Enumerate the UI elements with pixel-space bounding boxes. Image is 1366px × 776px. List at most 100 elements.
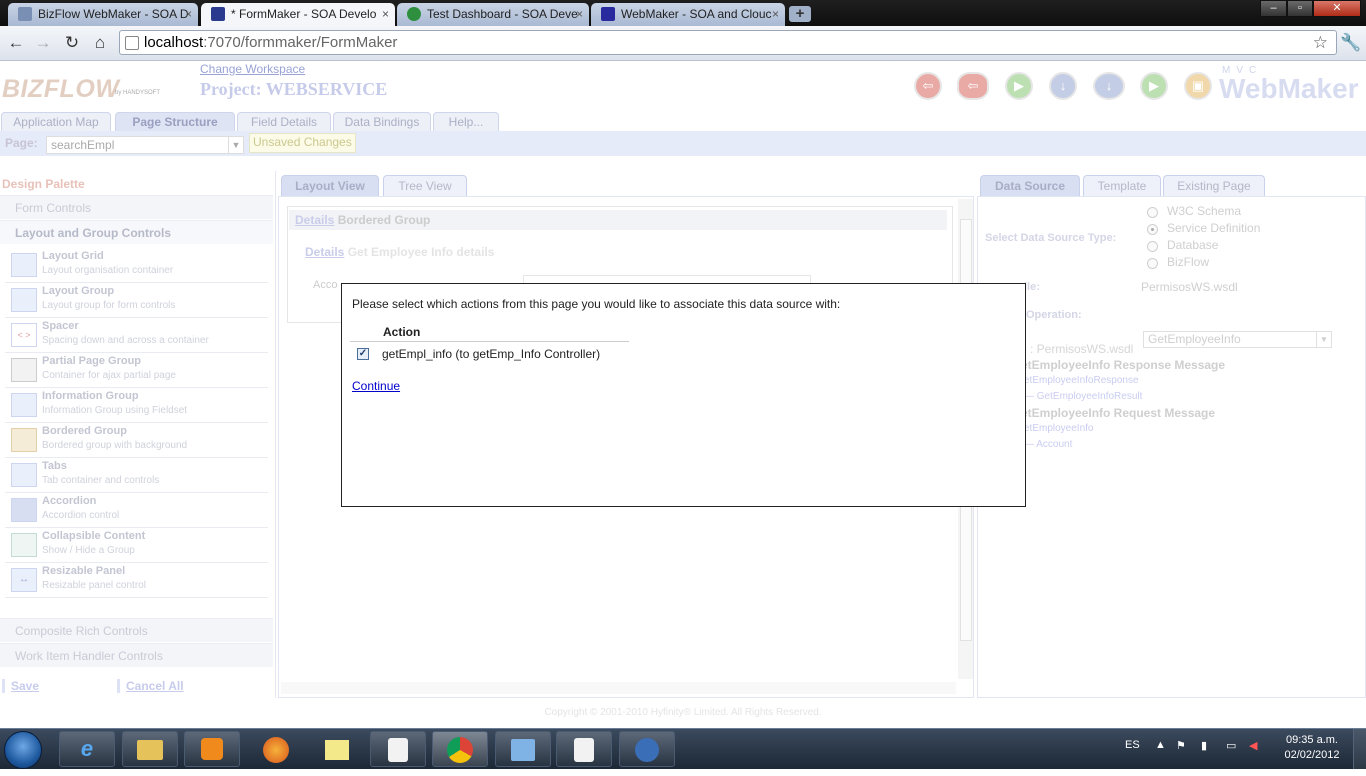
forward-arrow-icon[interactable]: → (32, 32, 54, 54)
bizflow-favicon-icon (18, 7, 32, 21)
palette-item-layout-grid[interactable]: Layout Grid Layout organisation containe… (5, 247, 268, 283)
palette-item-partial-page-group[interactable]: Partial Page Group Container for ajax pa… (5, 352, 268, 388)
palette-item-spacer[interactable]: < > Spacer Spacing down and across a con… (5, 317, 268, 353)
tab-template[interactable]: Template (1083, 175, 1161, 196)
play-favicon-icon (407, 7, 421, 21)
close-window-button[interactable]: ✕ (1313, 0, 1361, 17)
palette-item-layout-group[interactable]: Layout Group Layout group for form contr… (5, 282, 268, 318)
show-hidden-icons-icon[interactable]: ▲ (1155, 739, 1166, 751)
horizontal-scrollbar[interactable] (281, 682, 956, 694)
tab-close-icon[interactable]: × (576, 3, 583, 25)
palette-item-bordered-group[interactable]: Bordered Group Bordered group with backg… (5, 422, 268, 458)
section-work-item-handler-controls[interactable]: Work Item Handler Controls (0, 643, 273, 667)
tree-node[interactable]: etEmployeeInfo (1024, 423, 1094, 434)
chrome-icon[interactable] (432, 731, 488, 767)
home-icon[interactable]: ⌂ (89, 32, 111, 54)
section-form-controls[interactable]: Form Controls (0, 195, 273, 219)
media-player-icon[interactable] (184, 731, 240, 767)
tab-close-icon[interactable]: × (772, 3, 779, 25)
address-bar[interactable]: localhost:7070/formmaker/FormMaker ☆ (119, 30, 1337, 55)
download-icon[interactable]: ↓ (1049, 72, 1077, 100)
operation-label: Operation: (1026, 309, 1082, 321)
volume-muted-icon[interactable]: ◀ (1249, 739, 1257, 752)
tab-data-bindings[interactable]: Data Bindings (333, 112, 431, 131)
tab-application-map[interactable]: Application Map (1, 112, 111, 131)
tab-close-icon[interactable]: × (185, 3, 192, 25)
sub-details-link[interactable]: Details (305, 245, 344, 259)
browser-tab-formmaker[interactable]: * FormMaker - SOA Develo × (201, 3, 395, 26)
group-details-link[interactable]: Details (295, 213, 334, 227)
flag-icon[interactable]: ⚑ (1176, 739, 1186, 752)
cancel-all-button[interactable]: Cancel All (117, 679, 184, 693)
palette-item-information-group[interactable]: Information Group Information Group usin… (5, 387, 268, 423)
radio-w3c-schema[interactable] (1147, 207, 1158, 218)
tab-existing-page[interactable]: Existing Page (1163, 175, 1265, 196)
java-app-icon[interactable] (370, 731, 426, 767)
tree-node[interactable]: etEmployeeInfo Response Message (1021, 358, 1225, 372)
palette-item-name: Resizable Panel (42, 565, 126, 577)
palette-item-collapsible-content[interactable]: Collapsible Content Show / Hide a Group (5, 527, 268, 563)
section-composite-rich-controls[interactable]: Composite Rich Controls (0, 618, 273, 642)
operation-select[interactable]: GetEmployeeInfo ▼ (1143, 331, 1332, 348)
radio-bizflow[interactable] (1147, 258, 1158, 269)
show-desktop-button[interactable] (1353, 729, 1366, 769)
system-clock[interactable]: 09:35 a.m. 02/02/2012 (1281, 733, 1343, 763)
sticky-notes-icon[interactable] (309, 731, 365, 767)
tree-node[interactable]: etEmployeeInfo Request Message (1021, 406, 1215, 420)
explorer-folder-icon[interactable] (122, 731, 178, 767)
language-indicator[interactable]: ES (1125, 739, 1140, 751)
tab-field-details[interactable]: Field Details (237, 112, 331, 131)
browser-tab-bizflow[interactable]: BizFlow WebMaker - SOA D × (8, 3, 198, 26)
continue-link[interactable]: Continue (352, 379, 400, 393)
wrench-icon[interactable]: 🔧 (1340, 32, 1362, 54)
browser-tab-test-dashboard[interactable]: Test Dashboard - SOA Deve × (397, 3, 589, 26)
firefox-icon[interactable] (248, 731, 304, 767)
deploy-icon[interactable]: ▶ (1140, 72, 1168, 100)
palette-item-accordion[interactable]: Accordion Accordion control (5, 492, 268, 528)
device-icon[interactable]: ▮ (1201, 739, 1207, 752)
java-app-2-icon[interactable] (556, 731, 612, 767)
tab-help[interactable]: Help... (433, 112, 499, 131)
tab-close-icon[interactable]: × (382, 3, 389, 25)
bookmark-star-icon[interactable]: ☆ (1313, 31, 1328, 54)
settings-icon[interactable]: ▣ (1184, 72, 1212, 100)
tab-data-source[interactable]: Data Source (980, 175, 1080, 196)
radio-service-definition[interactable] (1147, 224, 1158, 235)
maximize-button[interactable]: ▫ (1287, 0, 1313, 17)
tabs-icon (11, 463, 37, 487)
section-layout-group-controls[interactable]: Layout and Group Controls (0, 220, 273, 244)
start-button[interactable] (4, 731, 42, 769)
download-all-icon[interactable]: ↓ (1093, 72, 1125, 100)
new-tab-button[interactable]: + (789, 6, 811, 22)
change-workspace-link[interactable]: Change Workspace (200, 62, 305, 76)
remote-app-icon[interactable] (619, 731, 675, 767)
exit-all-icon[interactable]: ⇦ (957, 72, 989, 100)
back-arrow-icon[interactable]: ← (5, 32, 27, 54)
page-select[interactable]: searchEmpl ▼ (46, 136, 244, 154)
tree-node[interactable]: : PermisosWS.wsdl (1030, 342, 1133, 356)
browser-tab-webmaker[interactable]: WebMaker - SOA and Clouc × (591, 3, 785, 26)
palette-item-tabs[interactable]: Tabs Tab container and controls (5, 457, 268, 493)
run-icon[interactable]: ▶ (1005, 72, 1033, 100)
tab-layout-view[interactable]: Layout View (281, 175, 379, 196)
tab-tree-view[interactable]: Tree View (383, 175, 467, 196)
reload-icon[interactable]: ↻ (61, 32, 83, 54)
palette-item-resizable-panel[interactable]: ↔ Resizable Panel Resizable panel contro… (5, 562, 268, 598)
url-path: :7070/formmaker/FormMaker (203, 34, 398, 51)
tree-node[interactable]: — GetEmployeeInfoResult (1024, 391, 1142, 402)
page-bar: Page: searchEmpl ▼ Unsaved Changes (0, 131, 1366, 156)
chevron-down-icon[interactable]: ▼ (1316, 332, 1331, 347)
minimize-button[interactable]: – (1260, 0, 1287, 17)
network-icon[interactable]: ▭ (1226, 739, 1236, 752)
radio-database[interactable] (1147, 241, 1158, 252)
tab-page-structure[interactable]: Page Structure (115, 112, 235, 131)
exit-icon[interactable]: ⇦ (914, 72, 942, 100)
tree-node[interactable]: etEmployeeInfoResponse (1024, 375, 1139, 386)
paint-icon[interactable] (495, 731, 551, 767)
internet-explorer-icon[interactable]: e (59, 731, 115, 767)
save-button[interactable]: Save (2, 679, 39, 693)
tree-node[interactable]: — Account (1024, 439, 1072, 450)
action-checkbox[interactable]: ✓ (357, 348, 369, 360)
bizflow-logo: BIZFLOW (2, 75, 120, 103)
chevron-down-icon[interactable]: ▼ (228, 137, 243, 153)
